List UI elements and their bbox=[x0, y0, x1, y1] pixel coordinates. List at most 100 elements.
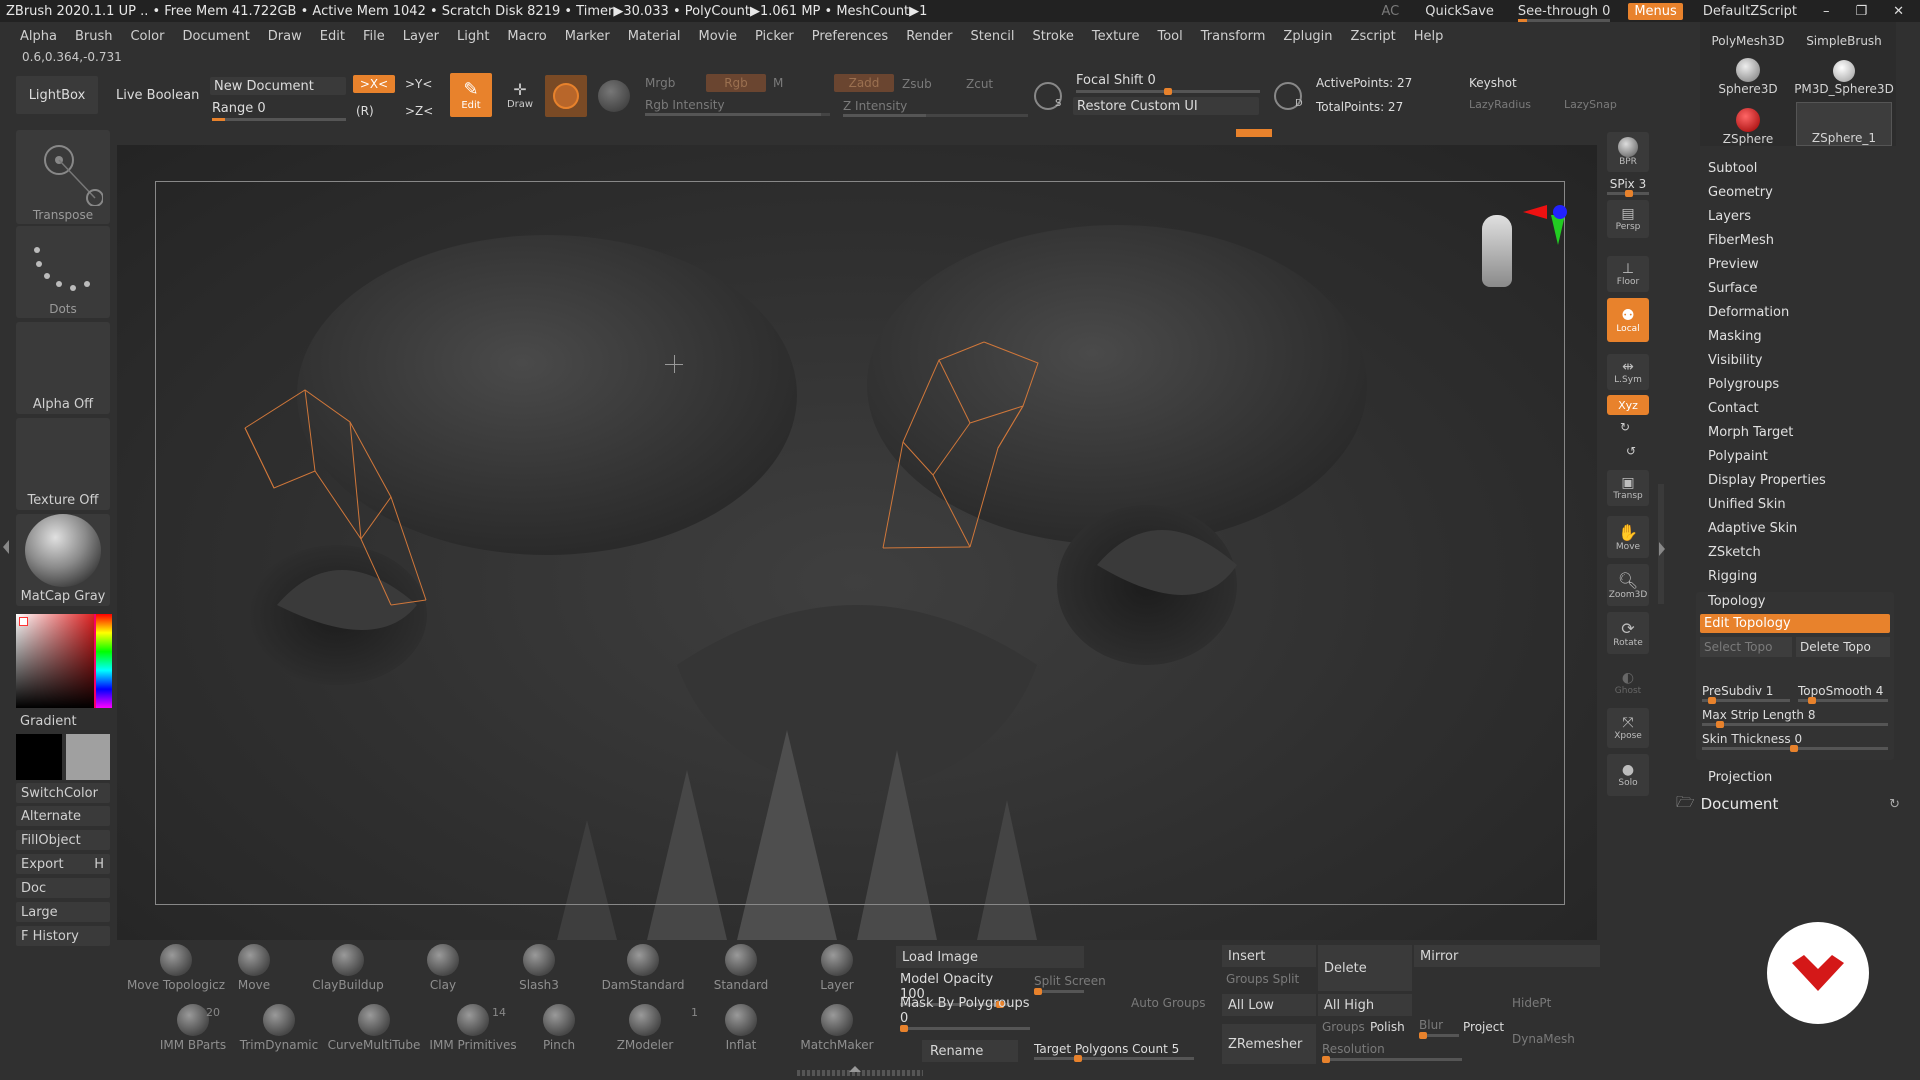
preview-menu[interactable]: Preview bbox=[1708, 257, 1759, 272]
large-button[interactable]: Large bbox=[16, 902, 110, 922]
rgb-button[interactable]: Rgb bbox=[706, 74, 766, 92]
tool-simplebrush[interactable]: SimpleBrush bbox=[1796, 22, 1892, 48]
menu-macro[interactable]: Macro bbox=[498, 29, 555, 44]
brush-trimdynamic[interactable]: TrimDynamic bbox=[231, 1004, 327, 1052]
groups-toggle[interactable]: Groups bbox=[1322, 1020, 1365, 1034]
menu-help[interactable]: Help bbox=[1405, 29, 1453, 44]
color-picker[interactable] bbox=[16, 614, 112, 708]
menu-edit[interactable]: Edit bbox=[311, 29, 354, 44]
m-button[interactable]: M bbox=[773, 76, 783, 90]
minimize-icon[interactable]: – bbox=[1817, 3, 1836, 20]
right-collapse-icon[interactable] bbox=[1659, 542, 1665, 556]
transp-button[interactable]: ▣ Transp bbox=[1607, 470, 1649, 506]
symmetry-x-button[interactable]: >X< bbox=[353, 75, 395, 93]
restore-icon[interactable]: ❐ bbox=[1849, 3, 1873, 20]
project-toggle[interactable]: Project bbox=[1463, 1020, 1504, 1034]
refresh-icon[interactable]: ↻ bbox=[1889, 797, 1900, 812]
contact-menu[interactable]: Contact bbox=[1708, 401, 1759, 416]
mask-polygroups-slider[interactable]: Mask By Polygroups 0 bbox=[900, 996, 1030, 1032]
insert-button[interactable]: Insert bbox=[1222, 945, 1316, 967]
zsketch-menu[interactable]: ZSketch bbox=[1708, 545, 1761, 560]
symmetry-z-button[interactable]: >Z< bbox=[405, 104, 433, 118]
brush-slash3[interactable]: Slash3 bbox=[499, 944, 579, 992]
split-screen-slider[interactable] bbox=[1034, 988, 1084, 995]
toposmooth-slider[interactable]: TopoSmooth 4 bbox=[1798, 684, 1888, 704]
fibermesh-menu[interactable]: FiberMesh bbox=[1708, 233, 1774, 248]
close-icon[interactable]: ✕ bbox=[1887, 3, 1910, 20]
mirror-button[interactable]: Mirror bbox=[1414, 945, 1600, 967]
subtool-menu[interactable]: Subtool bbox=[1708, 161, 1757, 176]
primary-color-swatch[interactable] bbox=[16, 734, 62, 780]
hidept-button[interactable]: HidePt bbox=[1512, 996, 1551, 1010]
brush-move[interactable]: Move bbox=[214, 944, 294, 992]
menu-document[interactable]: Document bbox=[173, 29, 258, 44]
edit-topology-button[interactable]: Edit Topology bbox=[1700, 614, 1890, 633]
auto-groups-button[interactable]: Auto Groups bbox=[1131, 996, 1205, 1010]
keyshot-button[interactable]: Keyshot bbox=[1469, 76, 1517, 90]
rgb-intensity-slider[interactable]: Rgb Intensity bbox=[645, 98, 830, 116]
brush-imm-primitives[interactable]: IMM Primitives bbox=[418, 1004, 528, 1052]
quicksave-button[interactable]: QuickSave bbox=[1419, 3, 1500, 20]
menu-picker[interactable]: Picker bbox=[746, 29, 803, 44]
navigation-gizmo[interactable] bbox=[1467, 205, 1567, 305]
document-palette-header[interactable]: 🗁︎ Document ↻ bbox=[1676, 793, 1900, 814]
target-polygons-slider[interactable]: Target Polygons Count 5 bbox=[1034, 1042, 1194, 1062]
menu-stroke[interactable]: Stroke bbox=[1023, 29, 1082, 44]
zadd-button[interactable]: Zadd bbox=[834, 74, 894, 92]
texture-tile[interactable]: Texture Off bbox=[16, 418, 110, 510]
menu-preferences[interactable]: Preferences bbox=[803, 29, 897, 44]
tool-polymesh3d[interactable]: PolyMesh3D bbox=[1700, 22, 1796, 48]
resolution-slider[interactable]: Resolution bbox=[1322, 1042, 1385, 1056]
brush-zmodeler[interactable]: ZModeler bbox=[605, 1004, 685, 1052]
focal-shift-slider[interactable]: Focal Shift 0 bbox=[1076, 73, 1260, 95]
viewport-canvas[interactable] bbox=[117, 145, 1597, 940]
floor-button[interactable]: ⊥ Floor bbox=[1607, 256, 1649, 292]
polypaint-menu[interactable]: Polypaint bbox=[1708, 449, 1768, 464]
brush-damstandard[interactable]: DamStandard bbox=[595, 944, 691, 992]
projection-menu[interactable]: Projection bbox=[1708, 770, 1772, 785]
polygroups-menu[interactable]: Polygroups bbox=[1708, 377, 1779, 392]
split-screen-button[interactable]: Split Screen bbox=[1034, 974, 1106, 988]
transpose-tile[interactable]: Transpose bbox=[16, 130, 110, 224]
bottom-collapse-icon[interactable] bbox=[849, 1066, 861, 1072]
new-document-button[interactable]: New Document bbox=[210, 77, 346, 95]
live-boolean-button[interactable]: Live Boolean bbox=[116, 88, 199, 103]
range-slider[interactable]: Range 0 bbox=[212, 101, 346, 121]
menu-stencil[interactable]: Stencil bbox=[961, 29, 1023, 44]
polish-toggle[interactable]: Polish bbox=[1370, 1020, 1405, 1034]
menu-alpha[interactable]: Alpha bbox=[0, 29, 66, 44]
menu-texture[interactable]: Texture bbox=[1083, 29, 1149, 44]
visibility-menu[interactable]: Visibility bbox=[1708, 353, 1762, 368]
tool-pm3d-sphere3d[interactable]: PM3D_Sphere3D bbox=[1794, 52, 1894, 96]
blur-track[interactable] bbox=[1419, 1032, 1459, 1039]
material-tile[interactable]: MatCap Gray bbox=[16, 514, 110, 606]
blur-slider[interactable]: Blur bbox=[1419, 1018, 1443, 1032]
edit-button[interactable]: ✎ Edit bbox=[450, 73, 492, 117]
resolution-track[interactable] bbox=[1322, 1056, 1462, 1063]
tool-zsphere-1[interactable]: ZSphere_1 bbox=[1796, 102, 1892, 146]
dynamesh-button[interactable]: DynaMesh bbox=[1512, 1032, 1575, 1046]
symmetry-r-button[interactable]: (R) bbox=[356, 104, 374, 118]
delete-button[interactable]: Delete bbox=[1318, 945, 1412, 991]
menu-render[interactable]: Render bbox=[897, 29, 961, 44]
spix-slider[interactable]: SPix 3 bbox=[1607, 177, 1649, 197]
lsym-button[interactable]: ⇹ L.Sym bbox=[1607, 354, 1649, 390]
zsub-button[interactable]: Zsub bbox=[902, 77, 932, 91]
menu-color[interactable]: Color bbox=[121, 29, 173, 44]
max-strip-length-slider[interactable]: Max Strip Length 8 bbox=[1702, 708, 1888, 728]
tool-zsphere[interactable]: ZSphere bbox=[1700, 102, 1796, 146]
draw-button[interactable]: ✛ Draw bbox=[500, 80, 540, 110]
export-button[interactable]: Export H bbox=[16, 854, 110, 874]
ac-button[interactable]: AC bbox=[1376, 3, 1406, 20]
geometry-menu[interactable]: Geometry bbox=[1708, 185, 1773, 200]
alternate-button[interactable]: Alternate bbox=[16, 806, 110, 826]
bpr-button[interactable]: BPR bbox=[1607, 132, 1649, 172]
menu-movie[interactable]: Movie bbox=[690, 29, 746, 44]
f-history-button[interactable]: F History bbox=[16, 926, 110, 946]
scale-mode-icon[interactable] bbox=[598, 80, 630, 112]
brush-layer[interactable]: Layer bbox=[797, 944, 877, 992]
surface-menu[interactable]: Surface bbox=[1708, 281, 1758, 296]
xpose-button[interactable]: ⤧ Xpose bbox=[1607, 708, 1649, 748]
deformation-menu[interactable]: Deformation bbox=[1708, 305, 1789, 320]
unified-skin-menu[interactable]: Unified Skin bbox=[1708, 497, 1786, 512]
